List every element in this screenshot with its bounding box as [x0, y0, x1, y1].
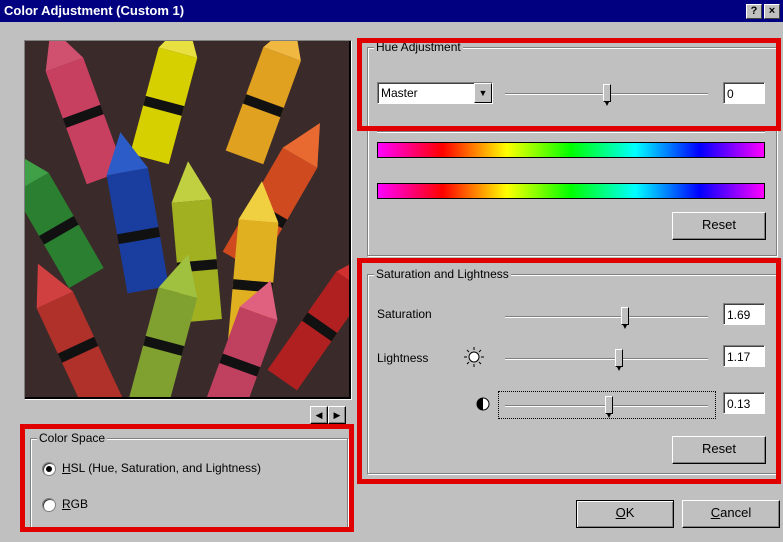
channel-dropdown-value: Master [381, 86, 418, 100]
saturation-label: Saturation [377, 307, 432, 321]
contrast-slider-thumb[interactable] [605, 396, 613, 418]
chevron-down-icon[interactable]: ▼ [474, 83, 492, 103]
crayons-preview-image [13, 18, 372, 424]
hue-source-spectrum [377, 142, 765, 158]
color-adjustment-dialog: Color Adjustment (Custom 1) ? × ◀ ▶ Colo… [0, 0, 783, 542]
hsl-radio[interactable] [42, 462, 56, 476]
saturation-slider-track[interactable] [505, 316, 708, 318]
rgb-label[interactable]: RGB [62, 497, 88, 511]
hue-value-field[interactable]: 0 [723, 82, 765, 104]
rgb-radio[interactable] [42, 498, 56, 512]
hue-result-spectrum [377, 183, 765, 199]
saturation-lightness-reset-button[interactable]: Reset [672, 436, 766, 464]
saturation-value-field[interactable]: 1.69 [723, 303, 765, 325]
scroll-left-button[interactable]: ◀ [310, 406, 328, 424]
help-icon[interactable]: ? [746, 4, 762, 19]
saturation-lightness-legend: Saturation and Lightness [374, 267, 511, 281]
saturation-slider-thumb[interactable] [621, 307, 629, 329]
lightness-value-field[interactable]: 1.17 [723, 345, 765, 367]
title-bar: Color Adjustment (Custom 1) ? × [0, 0, 783, 22]
lightness-label: Lightness [377, 351, 429, 365]
lightness-slider-track[interactable] [505, 358, 708, 360]
color-space-legend: Color Space [37, 431, 108, 445]
contrast-icon [476, 397, 490, 411]
preview-image-frame [13, 18, 372, 424]
cancel-button[interactable]: Cancel [682, 500, 780, 528]
contrast-value-field[interactable]: 0.13 [723, 392, 765, 414]
channel-dropdown[interactable]: Master ▼ [377, 82, 493, 104]
color-space-group: Color Space [30, 431, 348, 528]
close-icon[interactable]: × [764, 4, 780, 19]
scroll-right-button[interactable]: ▶ [328, 406, 346, 424]
lightness-slider-thumb[interactable] [615, 349, 623, 371]
hue-slider-thumb[interactable] [603, 84, 611, 106]
sun-icon [464, 347, 484, 367]
hsl-label[interactable]: HSL (Hue, Saturation, and Lightness) [62, 461, 261, 475]
hue-adjustment-legend: Hue Adjustment [374, 40, 463, 54]
hue-reset-button[interactable]: Reset [672, 212, 766, 240]
ok-button[interactable]: OK [576, 500, 674, 528]
window-title: Color Adjustment (Custom 1) [4, 3, 185, 18]
hue-range-separator [377, 131, 765, 133]
